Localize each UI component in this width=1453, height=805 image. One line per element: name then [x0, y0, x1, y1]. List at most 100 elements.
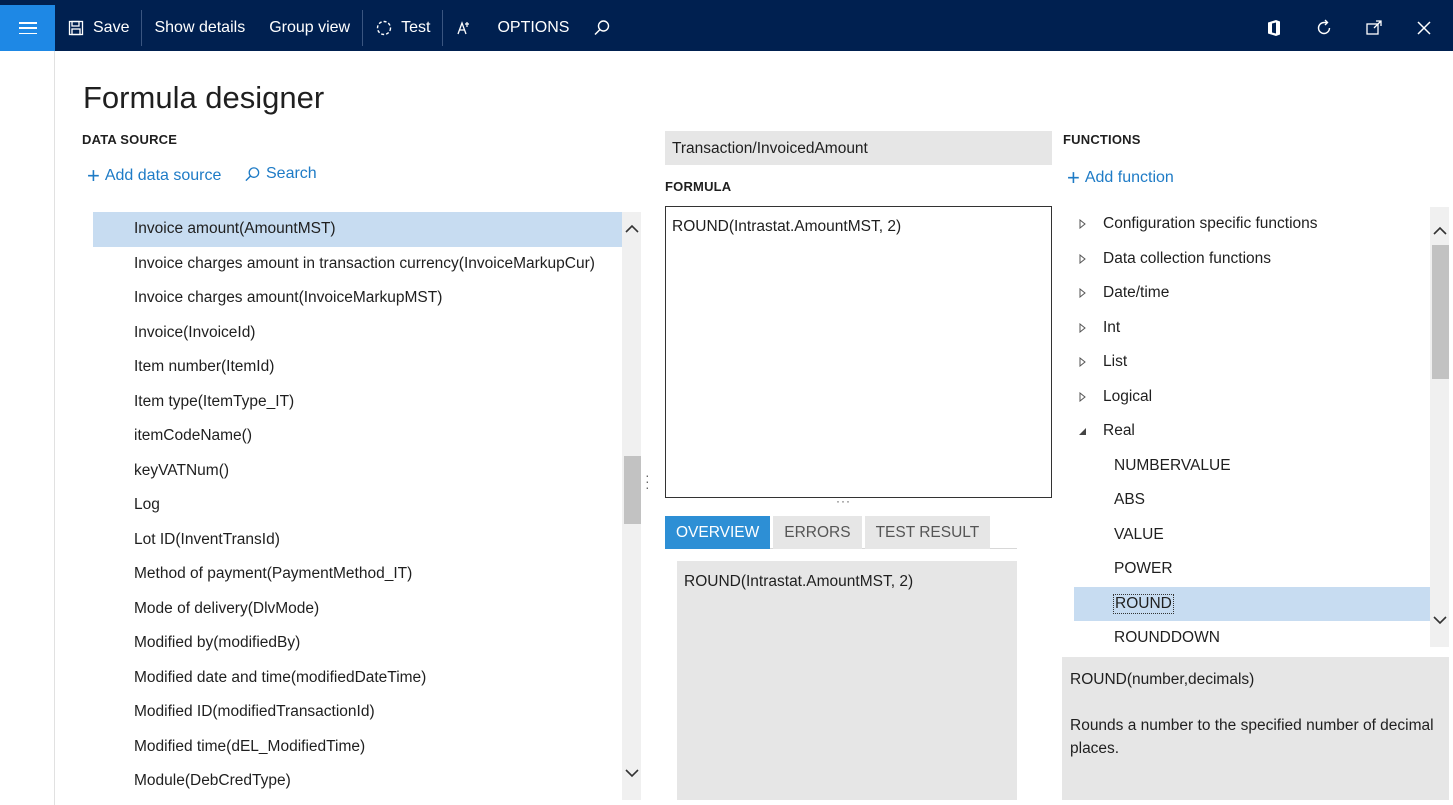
formula-tabs: OVERVIEW ERRORS TEST RESULT	[665, 516, 1017, 549]
data-source-item[interactable]: Item number(ItemId)	[93, 350, 622, 385]
formula-editor[interactable]: ROUND(Intrastat.AmountMST, 2)	[665, 206, 1052, 498]
function-item-label: List	[1103, 353, 1128, 371]
options-button[interactable]: OPTIONS	[485, 5, 581, 51]
data-source-item-label: Mode of delivery(DlvMode)	[134, 599, 320, 617]
scroll-down-icon[interactable]	[623, 764, 641, 782]
data-source-item[interactable]: Modified ID(modifiedTransactionId)	[93, 695, 622, 730]
data-source-item[interactable]: Module(DebCredType)	[93, 764, 622, 799]
add-function-button[interactable]: + Add function	[1067, 167, 1174, 189]
function-group[interactable]: Int	[1065, 311, 1430, 346]
data-source-item[interactable]: Log	[93, 488, 622, 523]
data-source-scrollbar[interactable]	[622, 212, 641, 800]
window-controls	[1253, 5, 1453, 51]
function-group[interactable]: Real	[1065, 414, 1430, 449]
data-source-item[interactable]: Modified date and time(modifiedDateTime)	[93, 661, 622, 696]
scroll-up-icon[interactable]	[1431, 222, 1449, 240]
data-source-item[interactable]: Modified time(dEL_ModifiedTime)	[93, 730, 622, 765]
function-item-label: Data collection functions	[1103, 249, 1272, 267]
format-icon-button[interactable]	[443, 5, 485, 51]
function-group[interactable]: Configuration specific functions	[1065, 207, 1430, 242]
function-item[interactable]: VALUE	[1065, 518, 1430, 553]
function-item[interactable]: ABS	[1065, 483, 1430, 518]
caret-expanded-icon[interactable]	[1073, 427, 1091, 436]
data-source-item[interactable]: Invoice amount(AmountMST)	[93, 212, 622, 247]
functions-scrollbar[interactable]	[1430, 207, 1449, 647]
function-item-label: Real	[1103, 422, 1135, 440]
add-data-source-label: Add data source	[104, 167, 222, 184]
data-source-item-label: keyVATNum()	[134, 461, 230, 479]
data-source-item[interactable]: Invoice charges amount(InvoiceMarkupMST)	[93, 281, 622, 316]
refresh-icon	[1315, 19, 1333, 37]
data-source-search-button[interactable]: Search	[244, 165, 317, 183]
data-source-item[interactable]: Invoice(InvoiceId)	[93, 316, 622, 351]
pop-out-icon	[1365, 19, 1383, 37]
function-item-label: Logical	[1103, 387, 1153, 405]
data-source-item[interactable]: Modified by(modifiedBy)	[93, 626, 622, 661]
function-group[interactable]: Logical	[1065, 380, 1430, 415]
data-source-item-label: Modified ID(modifiedTransactionId)	[134, 703, 375, 721]
scroll-up-icon[interactable]	[623, 220, 641, 238]
function-group[interactable]: Data collection functions	[1065, 242, 1430, 277]
tab-errors[interactable]: ERRORS	[773, 516, 862, 549]
function-item-label: NUMBERVALUE	[1114, 456, 1231, 474]
group-view-button[interactable]: Group view	[257, 5, 362, 51]
caret-collapsed-icon[interactable]	[1073, 219, 1091, 230]
caret-collapsed-icon[interactable]	[1073, 322, 1091, 333]
caret-collapsed-icon[interactable]	[1073, 253, 1091, 264]
resize-grip-icon[interactable]: ···	[836, 494, 851, 508]
show-details-button[interactable]: Show details	[142, 5, 257, 51]
test-button[interactable]: Test	[363, 5, 442, 51]
data-source-item[interactable]: keyVATNum()	[93, 454, 622, 489]
function-item[interactable]: ROUND	[1074, 586, 1430, 621]
add-function-label: Add function	[1084, 169, 1174, 186]
data-source-item[interactable]: Lot ID(InventTransId)	[93, 523, 622, 558]
data-source-item-label: Log	[134, 496, 160, 514]
function-item[interactable]: NUMBERVALUE	[1065, 449, 1430, 484]
data-source-item-label: Modified by(modifiedBy)	[134, 634, 301, 652]
action-pane: Save Show details Group view Test OPTION…	[0, 0, 1453, 51]
function-item-label: ABS	[1114, 491, 1146, 509]
plus-icon: +	[1067, 165, 1080, 190]
function-item-label: ROUNDDOWN	[1114, 629, 1220, 647]
close-button[interactable]	[1403, 5, 1453, 51]
search-button[interactable]	[581, 5, 631, 51]
scroll-thumb[interactable]	[1432, 245, 1449, 379]
function-item[interactable]: ROUNDDOWN	[1065, 621, 1430, 647]
data-source-item[interactable]: Item type(ItemType_IT)	[93, 385, 622, 420]
data-source-item[interactable]: Invoice charges amount in transaction cu…	[93, 247, 622, 282]
open-new-window-button[interactable]	[1353, 5, 1403, 51]
office-button[interactable]	[1253, 5, 1303, 51]
data-source-item-label: Invoice amount(AmountMST)	[134, 220, 336, 238]
data-source-tree[interactable]: Invoice amount(AmountMST) Invoice charges…	[93, 212, 622, 800]
scroll-down-icon[interactable]	[1431, 611, 1449, 629]
function-item-label: ROUND	[1113, 593, 1174, 614]
save-button[interactable]: Save	[55, 5, 141, 51]
hamburger-menu-button[interactable]	[0, 5, 55, 51]
group-view-label: Group view	[269, 19, 351, 36]
function-item[interactable]: POWER	[1065, 552, 1430, 587]
hamburger-icon	[18, 22, 37, 34]
tab-overview[interactable]: OVERVIEW	[665, 516, 771, 549]
functions-tree[interactable]: Configuration specific functions Data col…	[1065, 207, 1430, 647]
options-label: OPTIONS	[497, 19, 570, 36]
plus-icon: +	[87, 163, 100, 188]
data-source-item[interactable]: Method of payment(PaymentMethod_IT)	[93, 557, 622, 592]
function-group[interactable]: List	[1065, 345, 1430, 380]
tab-test-result[interactable]: TEST RESULT	[864, 516, 991, 549]
caret-collapsed-icon[interactable]	[1073, 288, 1091, 299]
page-title: Formula designer	[83, 80, 325, 115]
refresh-button[interactable]	[1303, 5, 1353, 51]
splitter-grip-icon[interactable]: · · ·	[645, 468, 651, 494]
caret-collapsed-icon[interactable]	[1073, 391, 1091, 402]
function-item-label: POWER	[1114, 560, 1173, 578]
search-icon	[593, 19, 611, 37]
text-format-icon	[455, 19, 473, 37]
data-source-item[interactable]: Mode of delivery(DlvMode)	[93, 592, 622, 627]
function-group[interactable]: Date/time	[1065, 276, 1430, 311]
add-data-source-button[interactable]: + Add data source	[87, 165, 221, 187]
overview-panel: ROUND(Intrastat.AmountMST, 2)	[677, 561, 1017, 800]
caret-collapsed-icon[interactable]	[1073, 357, 1091, 368]
scroll-thumb[interactable]	[624, 456, 641, 524]
data-source-item[interactable]: itemCodeName()	[93, 419, 622, 454]
data-source-item-label: Modified time(dEL_ModifiedTime)	[134, 737, 366, 755]
